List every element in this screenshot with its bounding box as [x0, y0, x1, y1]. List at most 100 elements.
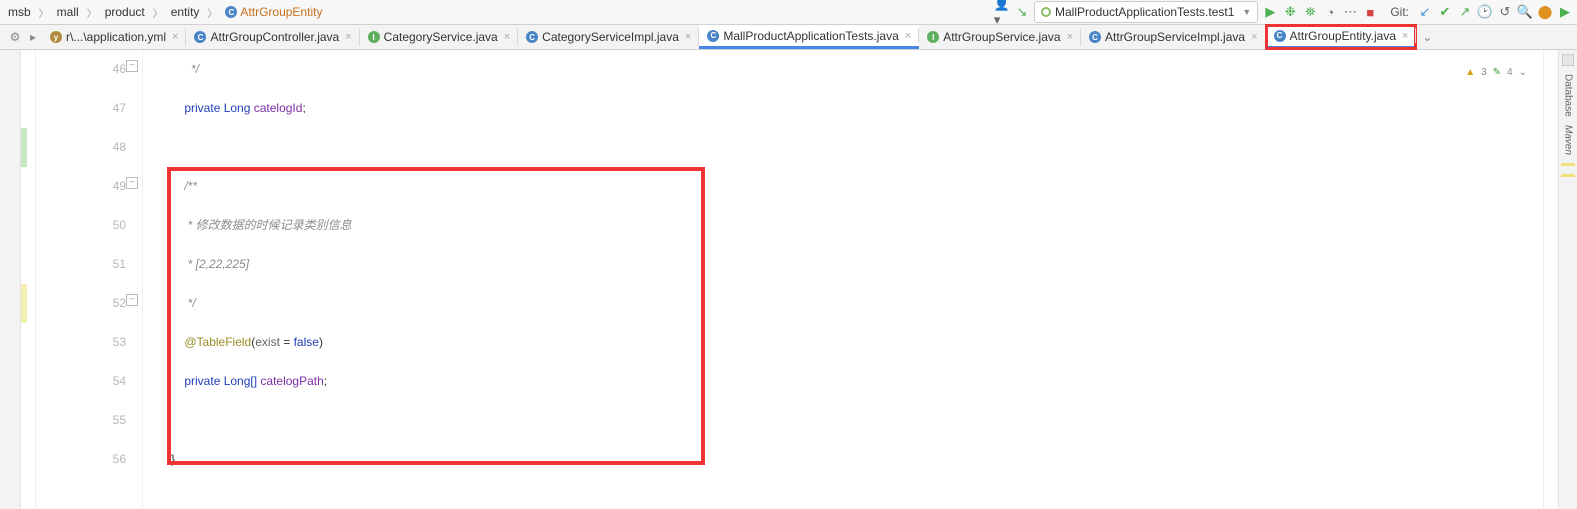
line-number: 47: [36, 89, 126, 128]
ide-update-icon[interactable]: ⬤: [1537, 4, 1553, 20]
breadcrumb-label: AttrGroupEntity: [240, 5, 322, 19]
chevron-down-icon[interactable]: ⌄: [1519, 53, 1527, 92]
line-number: 56: [36, 440, 126, 479]
vcs-commit-icon[interactable]: ✔: [1437, 4, 1453, 20]
run-config-select[interactable]: MallProductApplicationTests.test1 ▼: [1034, 1, 1258, 23]
line-number-gutter: 46–474849–505152–53545556: [36, 50, 143, 509]
breadcrumb-item[interactable]: msb: [4, 3, 35, 21]
tab-application-yml[interactable]: y r\...\application.yml ×: [42, 25, 186, 49]
breadcrumb-label: product: [105, 5, 145, 19]
chevron-right-icon: 〉: [151, 5, 165, 20]
run-icon[interactable]: ▶: [1262, 4, 1278, 20]
fold-icon[interactable]: –: [126, 60, 138, 72]
chevron-right-icon: 〉: [205, 5, 219, 20]
class-icon: C: [1089, 31, 1101, 43]
vcs-update-icon[interactable]: ↙: [1417, 4, 1433, 20]
line-number: 50: [36, 206, 126, 245]
toolwindow-maven[interactable]: Maven: [1563, 125, 1574, 155]
close-icon[interactable]: ×: [345, 31, 351, 43]
coverage-icon[interactable]: ⛯: [1302, 4, 1318, 20]
tab-attrgroupentity[interactable]: C AttrGroupEntity.java ×: [1266, 25, 1417, 49]
breadcrumb: msb 〉 mall 〉 product 〉 entity 〉 C AttrGr…: [4, 3, 326, 21]
fold-icon[interactable]: –: [126, 177, 138, 189]
close-icon[interactable]: ×: [1251, 31, 1257, 43]
close-icon[interactable]: ×: [504, 31, 510, 43]
close-icon[interactable]: ×: [172, 31, 178, 43]
breadcrumb-item[interactable]: product: [101, 3, 149, 21]
running-icon[interactable]: ▶: [1557, 4, 1573, 20]
tab-categoryservice[interactable]: I CategoryService.java ×: [360, 25, 519, 49]
run-config-label: MallProductApplicationTests.test1: [1055, 5, 1234, 19]
class-icon: C: [225, 6, 237, 18]
tab-mallproductapplicationtests[interactable]: C MallProductApplicationTests.java ×: [699, 25, 919, 49]
code-editor[interactable]: ▲ 3 ✎ 4 ⌄ */ private Long catelogId; /**…: [143, 50, 1543, 509]
attach-icon[interactable]: ⋯: [1342, 4, 1358, 20]
breadcrumb-item-current[interactable]: C AttrGroupEntity: [221, 3, 326, 21]
breadcrumb-item[interactable]: mall: [53, 3, 83, 21]
interface-icon: I: [927, 31, 939, 43]
stop-icon[interactable]: ■: [1362, 4, 1378, 20]
tab-attrgroupserviceimpl[interactable]: C AttrGroupServiceImpl.java ×: [1081, 25, 1266, 49]
fold-icon[interactable]: –: [126, 294, 138, 306]
toolwindow-toggle-icon[interactable]: [1562, 54, 1574, 66]
code-line[interactable]: private Long catelogId;: [171, 89, 1543, 128]
build-icon[interactable]: ↘: [1014, 4, 1030, 20]
top-bar: msb 〉 mall 〉 product 〉 entity 〉 C AttrGr…: [0, 0, 1577, 25]
line-number: 46–: [36, 50, 126, 89]
close-icon[interactable]: ×: [1402, 30, 1408, 42]
toolwindow-database[interactable]: Database: [1563, 74, 1574, 117]
tab-label: AttrGroupServiceImpl.java: [1105, 30, 1245, 44]
vcs-revert-icon[interactable]: ↺: [1497, 4, 1513, 20]
tabs-menu-icon[interactable]: ▸: [24, 25, 42, 49]
close-icon[interactable]: ×: [905, 30, 911, 42]
chevron-right-icon: 〉: [85, 5, 99, 20]
gear-icon[interactable]: ⚙: [6, 25, 24, 49]
tab-label: CategoryService.java: [384, 30, 498, 44]
yml-icon: y: [50, 31, 62, 43]
breadcrumb-item[interactable]: entity: [167, 3, 204, 21]
debug-icon[interactable]: ❉: [1282, 4, 1298, 20]
git-label: Git:: [1390, 5, 1409, 19]
profile-icon[interactable]: ◔: [1322, 4, 1338, 20]
scroll-mark: [1561, 163, 1575, 166]
tabs-dropdown-icon[interactable]: ⌄: [1416, 25, 1438, 49]
code-line[interactable]: @TableField(exist = false): [171, 323, 1543, 362]
code-line[interactable]: [171, 128, 1543, 167]
user-icon[interactable]: 👤▾: [994, 4, 1010, 20]
vcs-history-icon[interactable]: 🕑: [1477, 4, 1493, 20]
vcs-push-icon[interactable]: ↗: [1457, 4, 1473, 20]
tab-attrgroupservice[interactable]: I AttrGroupService.java ×: [919, 25, 1081, 49]
inspection-status[interactable]: ▲ 3 ✎ 4 ⌄: [1465, 53, 1527, 92]
close-icon[interactable]: ×: [1067, 31, 1073, 43]
class-icon: C: [194, 31, 206, 43]
class-icon: C: [526, 31, 538, 43]
line-number: 54: [36, 362, 126, 401]
class-icon: C: [707, 30, 719, 42]
code-line[interactable]: /**: [171, 167, 1543, 206]
tab-attrgroupcontroller[interactable]: C AttrGroupController.java ×: [186, 25, 359, 49]
search-icon[interactable]: 🔍: [1517, 4, 1533, 20]
typo-count: 4: [1507, 53, 1513, 92]
tab-label: CategoryServiceImpl.java: [542, 30, 679, 44]
class-icon: C: [1274, 30, 1286, 42]
code-line[interactable]: * [2,22,225]: [171, 245, 1543, 284]
code-line[interactable]: */: [171, 50, 1543, 89]
close-icon[interactable]: ×: [685, 31, 691, 43]
code-line[interactable]: }: [171, 440, 1543, 479]
interface-icon: I: [368, 31, 380, 43]
line-number: 51: [36, 245, 126, 284]
error-stripe[interactable]: [1543, 50, 1558, 509]
warning-count: 3: [1481, 53, 1487, 92]
code-line[interactable]: [171, 401, 1543, 440]
code-line[interactable]: private Long[] catelogPath;: [171, 362, 1543, 401]
tab-label: r\...\application.yml: [66, 30, 166, 44]
chevron-down-icon: ▼: [1242, 7, 1251, 17]
breadcrumb-label: msb: [8, 5, 31, 19]
tab-label: AttrGroupEntity.java: [1290, 29, 1397, 43]
line-number: 49–: [36, 167, 126, 206]
breadcrumb-label: mall: [57, 5, 79, 19]
junit-icon: [1041, 7, 1051, 17]
tab-categoryserviceimpl[interactable]: C CategoryServiceImpl.java ×: [518, 25, 699, 49]
code-line[interactable]: */: [171, 284, 1543, 323]
code-line[interactable]: * 修改数据的时候记录类别信息: [171, 206, 1543, 245]
